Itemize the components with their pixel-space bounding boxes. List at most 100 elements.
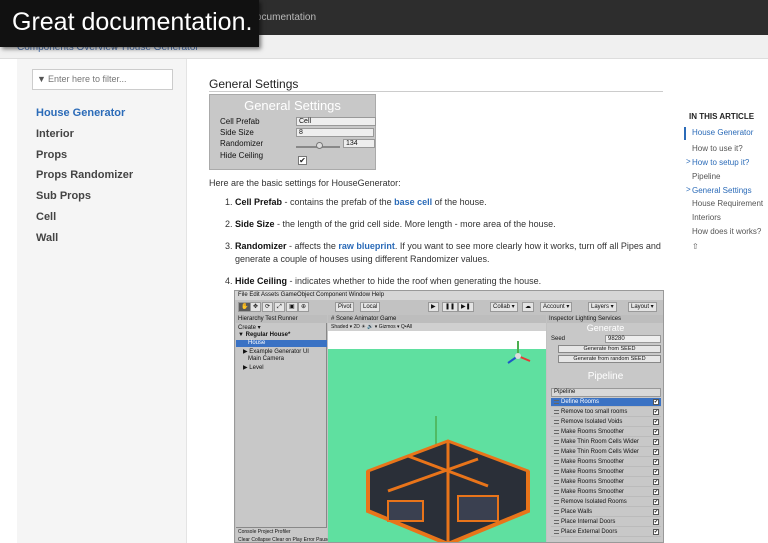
room-block	[387, 500, 424, 522]
pipeline-item: Remove too small rooms ✔	[551, 408, 661, 417]
caption-banner: Great documentation.	[0, 0, 259, 47]
sidebar: ▼ Enter here to filter... House Generato…	[17, 59, 187, 543]
sidebar-item-cell[interactable]: Cell	[36, 211, 56, 223]
setting-value-side-size: 8	[296, 128, 374, 137]
pipeline-checkbox: ✔	[653, 429, 659, 435]
setting-value-cell-prefab: Cell	[296, 117, 376, 126]
pipeline-header: Pipeline	[551, 388, 661, 397]
sidebar-item-interior[interactable]: Interior	[36, 128, 74, 140]
seed-label: Seed	[551, 336, 566, 342]
list-item: 4. Hide Ceiling - indicates whether to hi…	[225, 276, 542, 286]
inspector-tabs: Inspector Lighting Services	[547, 315, 663, 323]
sidebar-item-wall[interactable]: Wall	[36, 232, 58, 244]
pipeline-checkbox: ✔	[653, 409, 659, 415]
collab-dropdown: Collab ▾	[490, 302, 518, 312]
settings-panel-title: General Settings	[244, 98, 341, 113]
intro-paragraph: Here are the basic settings for HouseGen…	[209, 178, 401, 188]
generate-from-seed-button: Generate from SEED	[558, 345, 661, 353]
generate-title: Generate	[586, 323, 625, 333]
unity-menubar: File Edit Assets GameObject Component Wi…	[235, 291, 663, 300]
play-icon: ▶	[428, 302, 439, 312]
toc-item-house-generator[interactable]: House Generator	[692, 128, 753, 137]
seed-value: 98280	[605, 335, 661, 343]
toc-item-how-does-it-work[interactable]: How does it works?	[692, 227, 761, 236]
move-tool-icon: ✥	[250, 302, 262, 312]
hierarchy-panel: Hierarchy Test Runner Create ▾ ▼ Regular…	[236, 315, 331, 543]
cloud-icon: ☁	[522, 302, 534, 312]
rect-tool-icon: ▣	[286, 302, 298, 312]
pipeline-checkbox: ✔	[653, 399, 659, 405]
back-to-top-icon[interactable]: ⇧	[692, 242, 699, 251]
pipeline-checkbox: ✔	[653, 439, 659, 445]
pipeline-checkbox: ✔	[653, 499, 659, 505]
filter-input[interactable]: ▼ Enter here to filter...	[32, 69, 173, 90]
sky	[328, 331, 546, 349]
sidebar-item-props[interactable]: Props	[36, 149, 67, 161]
pipeline-item: Place Walls ✔	[551, 508, 661, 517]
pipeline-checkbox: ✔	[653, 479, 659, 485]
pipeline-item: Remove Isolated Rooms ✔	[551, 498, 661, 507]
setting-label-cell-prefab: Cell Prefab	[220, 117, 260, 126]
pipeline-item: Make Rooms Smoother ✔	[551, 478, 661, 487]
unity-editor-screenshot: File Edit Assets GameObject Component Wi…	[234, 290, 664, 543]
toc-heading: IN THIS ARTICLE	[689, 112, 755, 121]
pipeline-checkbox: ✔	[653, 419, 659, 425]
pivot-toggle: Pivot	[335, 302, 355, 312]
scene-tabs: # Scene Animator Game	[328, 315, 546, 323]
pipeline-checkbox: ✔	[653, 519, 659, 525]
sidebar-item-house-generator[interactable]: House Generator	[36, 107, 125, 119]
account-dropdown: Account ▾	[540, 302, 573, 312]
heading-divider	[209, 91, 663, 92]
list-item: 1. Cell Prefab - contains the prefab of t…	[225, 197, 487, 207]
toc-active-indicator	[684, 127, 686, 140]
nav-documentation-link[interactable]: ocumentation	[256, 12, 316, 23]
room-block	[457, 495, 499, 522]
pipeline-item: Make Rooms Smoother ✔	[551, 428, 661, 437]
pipeline-item: Make Rooms Smoother ✔	[551, 458, 661, 467]
pipeline-checkbox: ✔	[653, 529, 659, 535]
filter-icon: ▼	[37, 74, 46, 84]
scene-viewport	[328, 331, 546, 542]
hierarchy-tabs: Hierarchy Test Runner	[236, 315, 327, 323]
section-heading: General Settings	[209, 77, 299, 91]
setting-label-hide-ceiling: Hide Ceiling	[220, 151, 264, 160]
toc-item-interiors[interactable]: Interiors	[692, 213, 721, 222]
toc-item-how-to-use[interactable]: How to use it?	[692, 144, 743, 153]
sidebar-item-sub-props[interactable]: Sub Props	[36, 190, 91, 202]
rotate-tool-icon: ⟳	[262, 302, 274, 312]
pipeline-item: Make Thin Room Cells Wider ✔	[551, 448, 661, 457]
hierarchy-item: Main Camera	[248, 356, 285, 362]
setting-label-side-size: Side Size	[220, 128, 254, 137]
scale-tool-icon: ⤢	[274, 302, 285, 312]
pipeline-checkbox: ✔	[653, 509, 659, 515]
inspector-panel: Inspector Lighting Services Generate See…	[547, 315, 663, 542]
pipeline-item: Make Thin Room Cells Wider ✔	[551, 438, 661, 447]
layers-dropdown: Layers ▾	[588, 302, 617, 312]
settings-list: 1. Cell Prefab - contains the prefab of t…	[225, 196, 663, 297]
pipeline-item: Remove Isolated Voids ✔	[551, 418, 661, 427]
setting-label-randomizer: Randomizer	[220, 139, 264, 148]
hierarchy-item: ▶ Level	[243, 365, 264, 371]
toc-item-general-settings[interactable]: General Settings	[692, 186, 752, 195]
pipeline-title: Pipeline	[587, 371, 624, 382]
sidebar-item-props-randomizer[interactable]: Props Randomizer	[36, 169, 133, 181]
pipeline-item: Make Rooms Smoother ✔	[551, 488, 661, 497]
hierarchy-item-house: House	[248, 340, 266, 346]
setting-value-randomizer: 134	[343, 139, 375, 148]
toc-item-how-to-setup[interactable]: How to setup it?	[692, 158, 749, 167]
console-tabs: Console Project Profiler	[238, 529, 291, 535]
raw-blueprint-link[interactable]: raw blueprint	[338, 241, 395, 251]
pipeline-item: Place Internal Doors ✔	[551, 518, 661, 527]
base-cell-link[interactable]: base cell	[394, 197, 432, 207]
toc-arrow: >	[686, 157, 691, 166]
list-item: 3. Randomizer - affects the raw blueprint…	[225, 241, 661, 264]
pipeline-checkbox: ✔	[653, 449, 659, 455]
toc-item-pipeline[interactable]: Pipeline	[692, 172, 720, 181]
scene-toolbar: Shaded ▾ 2D ☀ 🔊 ▾ Gizmos ▾ Q•All	[328, 323, 546, 331]
list-item: 2. Side Size - the length of the grid cel…	[225, 219, 556, 229]
hierarchy-root: ▼ Regular House*	[238, 332, 291, 338]
toc-item-house-requirement[interactable]: House Requirement	[692, 199, 763, 208]
scene-view: # Scene Animator Game Shaded ▾ 2D ☀ 🔊 ▾ …	[328, 315, 546, 542]
general-settings-image: General Settings Cell Prefab Cell Side S…	[209, 94, 376, 170]
console-buttons: Clear Collapse Clear on Play Error Pause	[238, 537, 331, 543]
